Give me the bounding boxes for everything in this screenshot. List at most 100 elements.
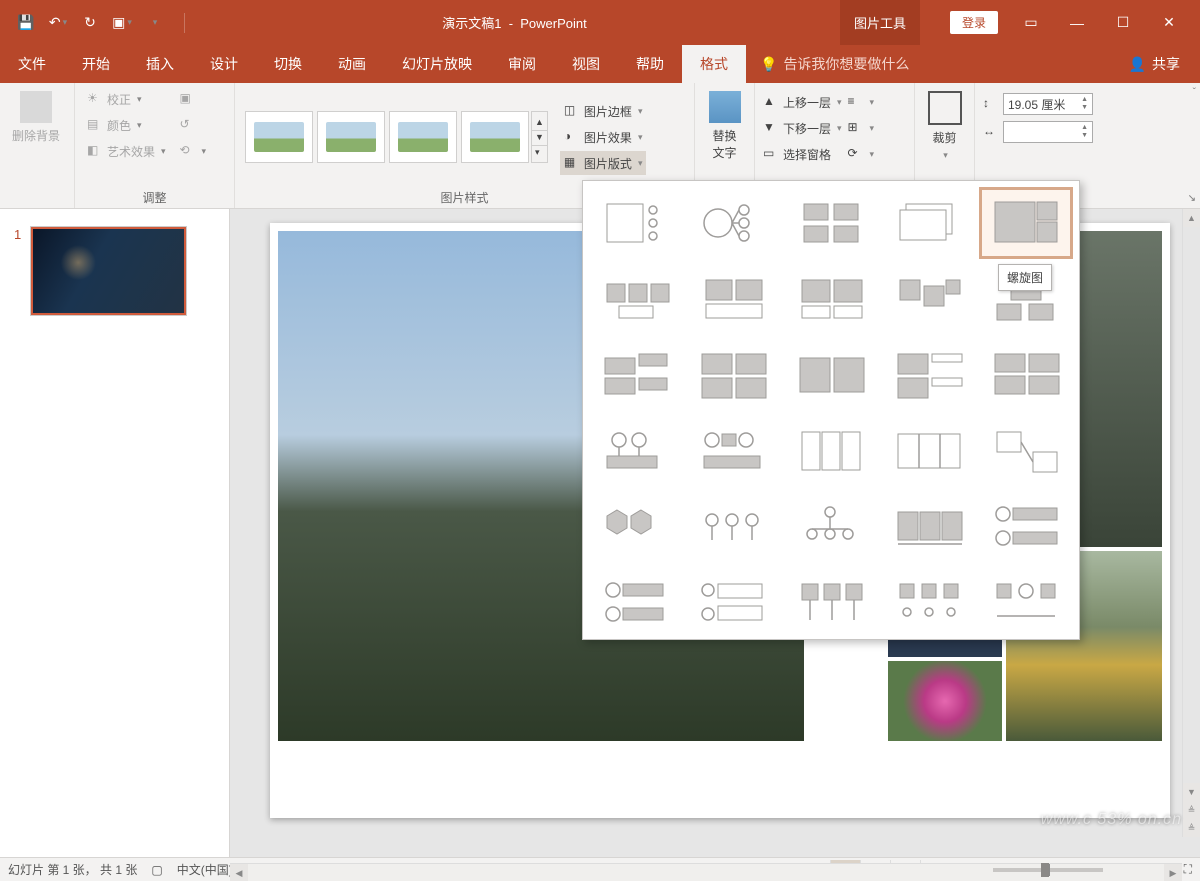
picture-layout-option-30[interactable] [979,567,1073,639]
picture-layout-option-20[interactable] [979,415,1073,487]
picture-layout-button[interactable]: ▦图片版式▾ [560,151,647,175]
styles-scroll-up[interactable]: ▲ [532,116,547,128]
tab-file[interactable]: 文件 [0,45,64,83]
picture-layout-option-24[interactable] [882,491,976,563]
group-button[interactable]: ⊞▾ [848,117,875,139]
scroll-right-button[interactable]: ▶ [1164,864,1182,881]
slide-indicator[interactable]: 幻灯片 第 1 张， 共 1 张 [8,861,137,878]
tab-home[interactable]: 开始 [64,45,128,83]
compress-pictures-button[interactable]: ▣ [176,87,211,111]
remove-background-button[interactable]: 删除背景 [8,87,64,144]
undo-button[interactable]: ↶▾ [44,9,72,37]
close-button[interactable]: ✕ [1146,0,1192,45]
color-button[interactable]: ▤颜色▾ [83,113,170,137]
prev-slide-button[interactable]: ≜ [1183,801,1200,819]
collapse-ribbon-button[interactable]: ˇ [1193,87,1196,98]
slide-thumbnail-1[interactable] [31,227,186,315]
styles-scroll-down[interactable]: ▼ [532,130,547,143]
picture-layout-option-15[interactable] [979,339,1073,411]
align-button[interactable]: ≡▾ [848,91,875,113]
picture-layout-option-17[interactable] [687,415,781,487]
picture-styles-gallery[interactable]: ▲ ▼ ▾ [243,109,548,165]
picture-style-2[interactable] [317,111,385,163]
vertical-scrollbar[interactable]: ▲ ▼ ≜ ≜ [1182,209,1200,837]
picture-layout-option-23[interactable] [784,491,878,563]
rotate-button[interactable]: ⟳▾ [848,143,875,165]
tell-me-field[interactable]: 💡 告诉我你想要做什么 [746,45,1109,83]
scroll-left-button[interactable]: ◀ [230,864,248,881]
customize-qat-button[interactable]: ▾ [140,9,168,37]
crop-button[interactable]: 裁剪▾ [923,87,966,161]
share-button[interactable]: 👤 共享 [1109,45,1200,83]
language-indicator[interactable]: 中文(中国) [177,861,233,878]
scroll-up-button[interactable]: ▲ [1183,209,1200,227]
picture-layout-option-1[interactable] [589,187,683,259]
alt-text-button[interactable]: 替换 文字 [703,87,746,161]
picture-style-3[interactable] [389,111,457,163]
size-dialog-launcher[interactable]: ↘ [1188,193,1196,204]
picture-layout-option-13[interactable] [784,339,878,411]
picture-layout-option-8[interactable] [784,263,878,335]
picture-effects-button[interactable]: ◑图片效果▾ [560,125,647,149]
picture-layout-option-4[interactable] [882,187,976,259]
picture-layout-option-9[interactable] [882,263,976,335]
picture-layout-option-3[interactable] [784,187,878,259]
picture-layout-option-22[interactable] [687,491,781,563]
fit-to-window-button[interactable]: ⛶ [1184,862,1192,877]
reset-picture-button[interactable]: ⟲▾ [176,139,211,163]
height-icon: ↕ [983,96,999,112]
width-input[interactable]: ▲▼ [1003,121,1093,143]
horizontal-scrollbar[interactable]: ◀ ▶ [230,863,1182,881]
styles-more-button[interactable]: ▾ [532,145,547,159]
photo-flower[interactable] [888,661,1002,741]
tab-view[interactable]: 视图 [554,45,618,83]
picture-layout-option-29[interactable] [882,567,976,639]
picture-layout-option-2[interactable] [687,187,781,259]
ribbon-display-options-button[interactable]: ▭ [1008,0,1054,45]
sign-in-button[interactable]: 登录 [950,11,998,34]
picture-layout-option-7[interactable] [687,263,781,335]
picture-layout-option-11[interactable] [589,339,683,411]
picture-border-button[interactable]: ◫图片边框▾ [560,99,647,123]
tab-insert[interactable]: 插入 [128,45,192,83]
picture-layout-option-14[interactable] [882,339,976,411]
picture-layout-option-12[interactable] [687,339,781,411]
title-bar: 💾 ↶▾ ↻ ▣▾ ▾ 演示文稿1 - PowerPoint 图片工具 登录 ▭… [0,0,1200,45]
picture-layout-option-19[interactable] [882,415,976,487]
tab-format[interactable]: 格式 [682,45,746,83]
picture-style-4[interactable] [461,111,529,163]
minimize-button[interactable]: — [1054,0,1100,45]
picture-layout-option-27[interactable] [687,567,781,639]
spellcheck-icon[interactable]: ▢ [151,863,162,877]
maximize-button[interactable]: ☐ [1100,0,1146,45]
picture-layout-option-28[interactable] [784,567,878,639]
picture-layout-option-21[interactable] [589,491,683,563]
save-button[interactable]: 💾 [12,9,40,37]
tab-transitions[interactable]: 切换 [256,45,320,83]
picture-style-1[interactable] [245,111,313,163]
tab-slideshow[interactable]: 幻灯片放映 [384,45,490,83]
send-backward-button[interactable]: ▼下移一层▾ [763,117,842,139]
bring-forward-button[interactable]: ▲上移一层▾ [763,91,842,113]
height-input[interactable]: 19.05 厘米▲▼ [1003,93,1093,115]
selection-pane-button[interactable]: ▭选择窗格 [763,143,842,165]
picture-layout-option-5[interactable] [979,187,1073,259]
tab-help[interactable]: 帮助 [618,45,682,83]
tab-design[interactable]: 设计 [192,45,256,83]
change-picture-button[interactable]: ↺ [176,113,211,137]
slide-thumbnails-panel: 1 [0,209,230,857]
zoom-slider[interactable] [993,868,1103,872]
picture-layout-option-25[interactable] [979,491,1073,563]
picture-layout-option-26[interactable] [589,567,683,639]
picture-layout-option-16[interactable] [589,415,683,487]
scroll-down-button[interactable]: ▼ [1183,783,1200,801]
tab-review[interactable]: 审阅 [490,45,554,83]
next-slide-button[interactable]: ≜ [1183,819,1200,837]
corrections-button[interactable]: ☀校正▾ [83,87,170,111]
start-from-beginning-button[interactable]: ▣▾ [108,9,136,37]
picture-layout-option-6[interactable] [589,263,683,335]
artistic-effects-button[interactable]: ◧艺术效果▾ [83,139,170,163]
redo-button[interactable]: ↻ [76,9,104,37]
picture-layout-option-18[interactable] [784,415,878,487]
tab-animations[interactable]: 动画 [320,45,384,83]
